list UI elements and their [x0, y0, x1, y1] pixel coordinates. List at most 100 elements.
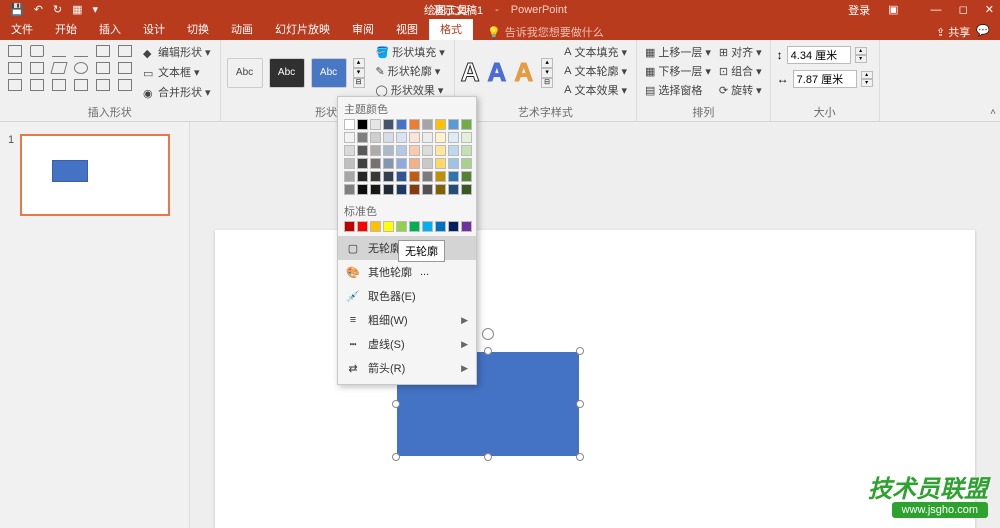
slide-editor[interactable] [190, 122, 1000, 528]
share-button[interactable]: ⇪ 共享 [936, 24, 970, 40]
color-swatch[interactable] [409, 119, 420, 130]
shape-height-input[interactable] [787, 46, 851, 64]
tab-file[interactable]: 文件 [0, 18, 44, 40]
text-effects-button[interactable]: A文本效果 ▾ [561, 81, 630, 99]
text-fill-button[interactable]: A文本填充 ▾ [561, 43, 630, 61]
color-swatch[interactable] [409, 184, 420, 195]
color-swatch[interactable] [422, 171, 433, 182]
color-swatch[interactable] [370, 145, 381, 156]
color-swatch[interactable] [383, 184, 394, 195]
wordart-preset[interactable]: A [514, 57, 533, 88]
resize-handle[interactable] [576, 347, 584, 355]
color-swatch[interactable] [461, 158, 472, 169]
color-swatch[interactable] [370, 119, 381, 130]
color-swatch[interactable] [422, 184, 433, 195]
color-swatch[interactable] [461, 145, 472, 156]
shape-fill-button[interactable]: 🪣形状填充 ▾ [373, 43, 448, 61]
resize-handle[interactable] [392, 453, 400, 461]
color-swatch[interactable] [422, 119, 433, 130]
shape-width-input[interactable] [793, 70, 857, 88]
color-swatch[interactable] [435, 184, 446, 195]
resize-handle[interactable] [484, 453, 492, 461]
color-swatch[interactable] [370, 132, 381, 143]
group-button[interactable]: ⊡组合 ▾ [717, 62, 764, 80]
color-swatch[interactable] [396, 221, 407, 232]
color-swatch[interactable] [448, 158, 459, 169]
color-swatch[interactable] [435, 132, 446, 143]
color-swatch[interactable] [383, 221, 394, 232]
color-swatch[interactable] [409, 145, 420, 156]
color-swatch[interactable] [396, 158, 407, 169]
color-swatch[interactable] [344, 184, 355, 195]
resize-handle[interactable] [576, 400, 584, 408]
color-swatch[interactable] [396, 145, 407, 156]
shapes-gallery[interactable] [6, 43, 136, 102]
ribbon-collapse-icon[interactable]: ˄ [990, 107, 996, 118]
comments-icon[interactable]: 💬 [976, 24, 990, 40]
wordart-preset[interactable]: A [488, 57, 507, 88]
color-swatch[interactable] [461, 184, 472, 195]
color-swatch[interactable] [383, 119, 394, 130]
maximize-icon[interactable]: ◻ [959, 4, 968, 16]
color-swatch[interactable] [344, 145, 355, 156]
wordart-gallery-spinner[interactable]: ▴▾⊟ [541, 58, 553, 88]
color-swatch[interactable] [344, 132, 355, 143]
login-button[interactable]: 登录 [848, 2, 870, 18]
color-swatch[interactable] [370, 221, 381, 232]
slide-thumbnail-pane[interactable]: 1 [0, 122, 190, 528]
color-swatch[interactable] [461, 119, 472, 130]
color-swatch[interactable] [448, 145, 459, 156]
tab-format[interactable]: 格式 [429, 18, 473, 40]
color-swatch[interactable] [422, 158, 433, 169]
color-swatch[interactable] [422, 221, 433, 232]
merge-shapes-button[interactable]: ◉合并形状 ▾ [140, 83, 214, 101]
resize-handle[interactable] [392, 400, 400, 408]
color-swatch[interactable] [396, 119, 407, 130]
textbox-button[interactable]: ▭文本框 ▾ [140, 63, 214, 81]
color-swatch[interactable] [409, 132, 420, 143]
slide-canvas[interactable] [215, 230, 975, 528]
color-swatch[interactable] [409, 158, 420, 169]
wordart-gallery[interactable]: A A A ▴▾⊟ [461, 43, 553, 102]
tab-insert[interactable]: 插入 [88, 18, 132, 40]
shape-outline-button[interactable]: ✎形状轮廓 ▾ [373, 62, 448, 80]
send-backward-button[interactable]: ▦下移一层 ▾ [643, 62, 713, 80]
color-swatch[interactable] [357, 184, 368, 195]
color-swatch[interactable] [448, 184, 459, 195]
color-swatch[interactable] [357, 221, 368, 232]
ribbon-display-icon[interactable]: ▣ [888, 3, 898, 16]
tab-design[interactable]: 设计 [132, 18, 176, 40]
undo-icon[interactable]: ↶ [34, 3, 43, 16]
color-swatch[interactable] [357, 145, 368, 156]
minimize-icon[interactable]: — [931, 4, 942, 16]
tab-view[interactable]: 视图 [385, 18, 429, 40]
shape-style-preset[interactable]: Abc [227, 58, 263, 88]
tab-home[interactable]: 开始 [44, 18, 88, 40]
color-swatch[interactable] [344, 171, 355, 182]
color-swatch[interactable] [461, 132, 472, 143]
tab-animations[interactable]: 动画 [220, 18, 264, 40]
save-icon[interactable]: 💾 [10, 3, 24, 16]
shape-style-preset[interactable]: Abc [269, 58, 305, 88]
color-swatch[interactable] [370, 184, 381, 195]
color-swatch[interactable] [344, 119, 355, 130]
color-swatch[interactable] [409, 171, 420, 182]
color-swatch[interactable] [357, 171, 368, 182]
selection-pane-button[interactable]: ▤选择窗格 [643, 81, 713, 99]
more-outline-colors-item[interactable]: 🎨 其他轮廓... [338, 260, 476, 284]
color-swatch[interactable] [396, 184, 407, 195]
color-swatch[interactable] [383, 158, 394, 169]
wordart-preset[interactable]: A [461, 57, 480, 88]
height-spinner[interactable]: ▴▾ [855, 47, 867, 63]
color-swatch[interactable] [383, 171, 394, 182]
align-button[interactable]: ⊞对齐 ▾ [717, 43, 764, 61]
color-swatch[interactable] [357, 158, 368, 169]
color-swatch[interactable] [344, 221, 355, 232]
tell-me-search[interactable]: 💡 告诉我您想要做什么 [487, 24, 604, 40]
color-swatch[interactable] [409, 221, 420, 232]
color-swatch[interactable] [344, 158, 355, 169]
resize-handle[interactable] [484, 347, 492, 355]
style-gallery-spinner[interactable]: ▴▾⊟ [353, 58, 365, 88]
color-swatch[interactable] [357, 132, 368, 143]
color-swatch[interactable] [435, 158, 446, 169]
